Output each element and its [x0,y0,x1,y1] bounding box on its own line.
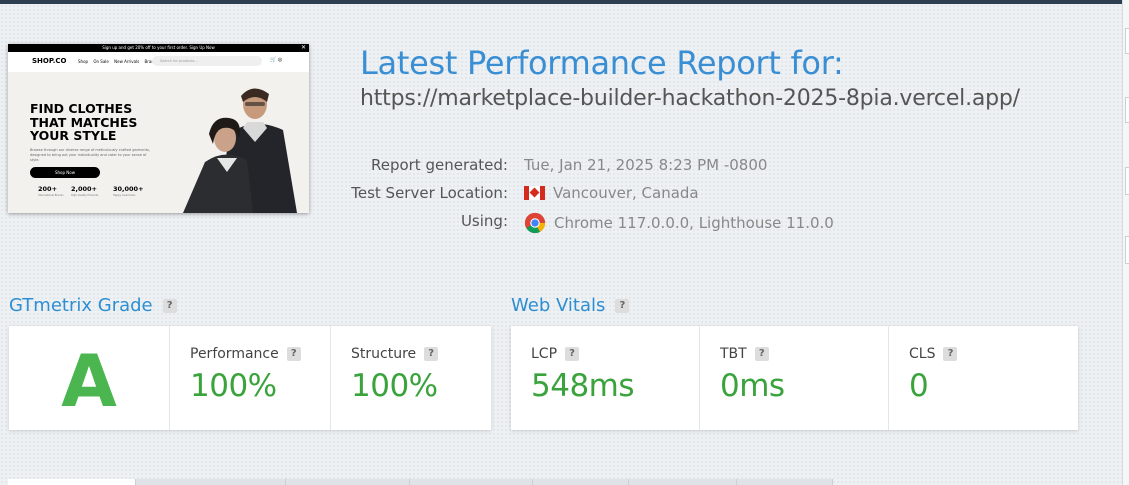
performance-cell: Performance? 100% [170,326,331,430]
report-tab[interactable] [628,479,738,485]
site-logo: SHOP.CO [32,57,67,65]
side-panel-edge [1122,0,1129,485]
structure-label: Structure [351,346,417,362]
stat-label: Happy Customers [113,194,136,197]
report-tab[interactable] [410,479,533,485]
promo-text: Sign up and get 20% off to your first or… [102,45,215,50]
close-icon: ✕ [300,44,306,51]
structure-value: 100% [351,368,438,404]
server-location-value: Vancouver, Canada [553,184,699,202]
hero-title: FIND CLOTHES THAT MATCHES YOUR STYLE [30,101,138,143]
lcp-value: 548ms [531,368,635,404]
report-tabs [8,479,833,485]
report-tab[interactable] [135,479,287,485]
cls-cell: CLS? 0 [889,326,1078,430]
report-generated-label: Report generated: [370,156,508,174]
hero-description: Browse through our diverse range of meti… [30,148,151,162]
grade-letter: A [61,339,117,423]
help-icon[interactable]: ? [754,347,769,361]
site-search: Search for products... [152,56,262,66]
report-generated-value: Tue, Jan 21, 2025 8:23 PM -0800 [524,156,768,174]
report-tab[interactable] [286,479,411,485]
web-vitals-title: Web Vitals [511,295,606,316]
performance-value: 100% [190,368,277,404]
cls-label: CLS [909,346,936,362]
page-screenshot-thumbnail[interactable]: Sign up and get 20% off to your first or… [8,44,309,213]
top-bar [0,0,1129,4]
server-location-row: Test Server Location: Vancouver, Canada [340,184,1100,208]
grade-cell: A [9,326,170,430]
gtmetrix-grade-card: A Performance? 100% Structure? 100% [9,326,491,430]
cart-icon: 🛒 ◎ [270,57,283,63]
nav-link: On Sale [93,59,109,64]
help-icon[interactable]: ? [615,298,630,313]
web-vitals-card: LCP? 548ms TBT? 0ms CLS? 0 [511,326,1078,430]
help-icon[interactable]: ? [565,347,580,361]
nav-link: New Arrivals [114,59,140,64]
stat-label: High-Quality Products [71,194,99,197]
help-icon[interactable]: ? [424,347,439,361]
side-tab[interactable] [1125,236,1129,264]
structure-cell: Structure? 100% [331,326,491,430]
help-icon[interactable]: ? [286,347,301,361]
help-icon[interactable]: ? [162,298,177,313]
using-label: Using: [460,212,508,230]
cls-value: 0 [909,368,929,404]
side-tab[interactable] [1125,97,1129,123]
nav-link: Shop [78,59,89,64]
side-tab[interactable] [1125,167,1129,195]
report-tab[interactable] [532,479,629,485]
tbt-value: 0ms [720,368,785,404]
stat-value: 30,000+ [113,185,144,193]
help-icon[interactable]: ? [943,347,958,361]
performance-label: Performance [190,346,279,362]
using-value: Chrome 117.0.0.0, Lighthouse 11.0.0 [554,214,834,232]
stat-value: 2,000+ [71,185,98,193]
report-tab[interactable] [8,479,136,485]
gtmetrix-grade-heading: GTmetrix Grade ? [9,295,177,316]
server-location-label: Test Server Location: [351,184,508,202]
using-row: Using: Chrome 117.0.0.0, Lighthouse 11.0… [340,212,1100,236]
hero-models-image [183,88,297,213]
stat-label: International Brands [38,194,64,197]
gtmetrix-grade-title: GTmetrix Grade [9,295,153,316]
site-nav-links: Shop On Sale New Arrivals Brands [78,59,163,64]
lcp-cell: LCP? 548ms [511,326,700,430]
web-vitals-heading: Web Vitals ? [511,295,630,316]
report-tab[interactable] [737,479,833,485]
tbt-cell: TBT? 0ms [700,326,889,430]
chrome-icon [524,212,546,234]
promo-banner: Sign up and get 20% off to your first or… [8,44,309,52]
tbt-label: TBT [720,346,747,362]
report-url[interactable]: https://marketplace-builder-hackathon-20… [360,86,1020,111]
canada-flag-icon [524,186,545,200]
side-tab[interactable] [1125,28,1129,54]
report-title: Latest Performance Report for: [360,44,844,82]
stat-value: 200+ [38,185,58,193]
report-generated-row: Report generated: Tue, Jan 21, 2025 8:23… [340,156,1100,180]
lcp-label: LCP [531,346,558,362]
shop-now-button: Shop Now [30,167,100,178]
